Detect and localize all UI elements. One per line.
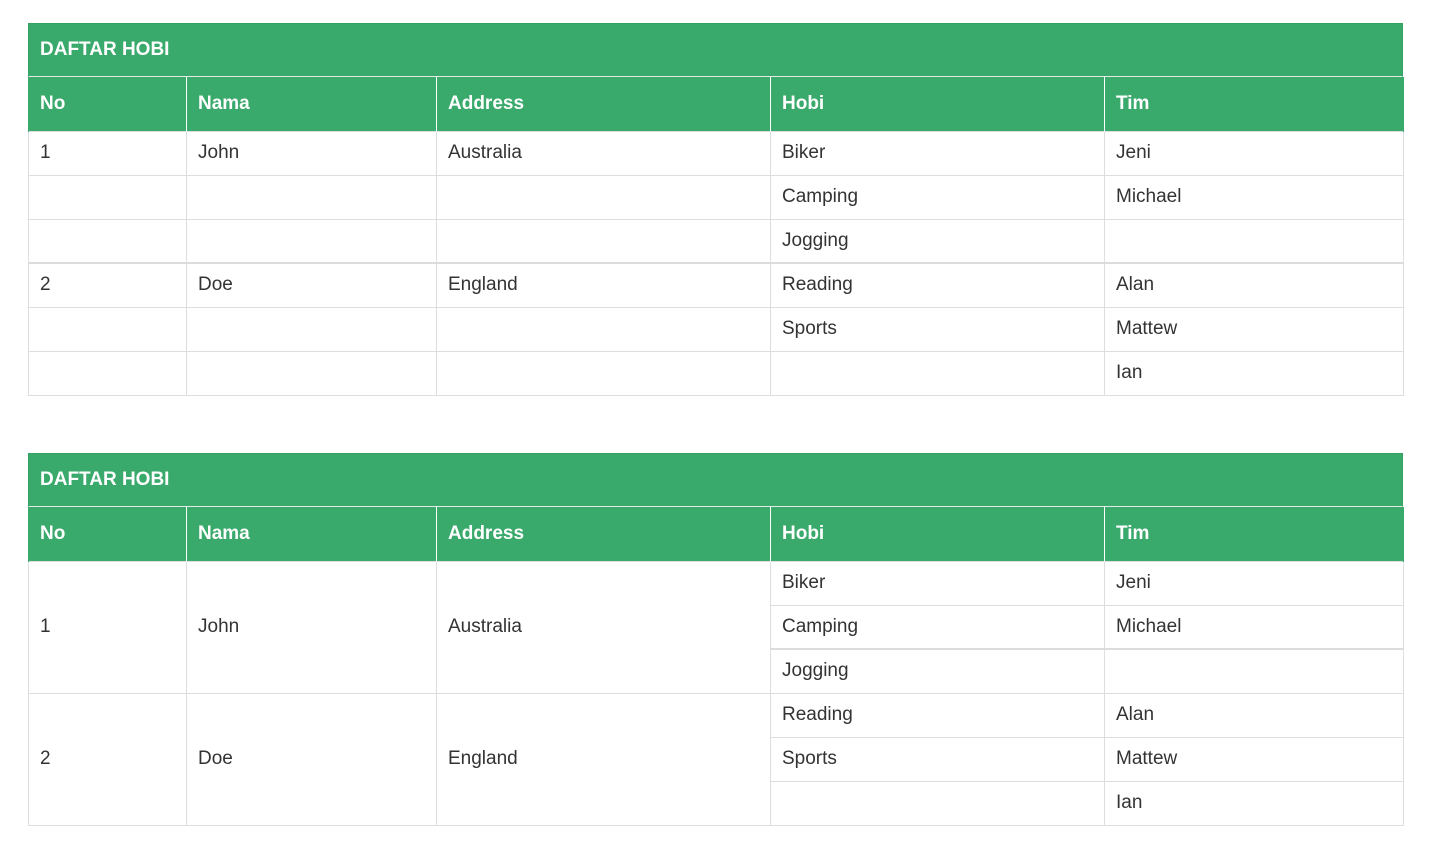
cell-hobi: Jogging: [770, 218, 1105, 264]
cell-no: 1: [28, 560, 187, 694]
column-header-nama: Nama: [186, 507, 437, 561]
table-row: 2 Doe England Reading Alan: [28, 262, 1404, 308]
table-row: Ian: [28, 350, 1404, 396]
cell-hobi: [770, 780, 1105, 826]
cell-address: [436, 174, 771, 220]
cell-nama: John: [186, 130, 437, 176]
cell-nama: John: [186, 560, 437, 694]
cell-address: England: [436, 692, 771, 826]
cell-no: [28, 306, 187, 352]
cell-no: [28, 218, 187, 264]
column-header-nama: Nama: [186, 77, 437, 131]
cell-hobi: Jogging: [770, 648, 1105, 694]
cell-no: 1: [28, 130, 187, 176]
column-header-address: Address: [436, 507, 771, 561]
column-header-tim: Tim: [1104, 507, 1404, 561]
cell-hobi: Biker: [770, 130, 1105, 176]
cell-no: 2: [28, 262, 187, 308]
data-table: No Nama Address Hobi Tim 1 John Australi…: [28, 507, 1404, 826]
cell-tim: [1104, 218, 1404, 264]
cell-nama: Doe: [186, 262, 437, 308]
column-header-no: No: [28, 77, 187, 131]
hobby-table-grouped: DAFTAR HOBI No Nama Address Hobi Tim 1 J…: [28, 453, 1404, 826]
cell-address: [436, 306, 771, 352]
cell-nama: [186, 306, 437, 352]
column-header-no: No: [28, 507, 187, 561]
cell-hobi: Reading: [770, 692, 1105, 738]
cell-hobi: Camping: [770, 604, 1105, 650]
cell-tim: Jeni: [1104, 130, 1404, 176]
data-table: No Nama Address Hobi Tim 1 John Australi…: [28, 77, 1404, 396]
cell-tim: Jeni: [1104, 560, 1404, 606]
table-row: 1 John Australia Biker Jeni: [28, 130, 1404, 176]
cell-address: Australia: [436, 560, 771, 694]
cell-tim: Ian: [1104, 350, 1404, 396]
table-row: Sports Mattew: [28, 306, 1404, 352]
cell-address: [436, 218, 771, 264]
table-row: 2 Doe England Reading Alan: [28, 692, 1404, 826]
cell-tim: Michael: [1104, 604, 1404, 650]
cell-no: 2: [28, 692, 187, 826]
cell-tim: Mattew: [1104, 736, 1404, 782]
cell-tim: Mattew: [1104, 306, 1404, 352]
column-header-tim: Tim: [1104, 77, 1404, 131]
cell-no: [28, 350, 187, 396]
cell-no: [28, 174, 187, 220]
table-row: 1 John Australia Biker Jeni: [28, 560, 1404, 694]
table-row: Camping Michael: [28, 174, 1404, 220]
cell-hobi: Camping: [770, 174, 1105, 220]
cell-hobi: Sports: [770, 736, 1105, 782]
column-header-address: Address: [436, 77, 771, 131]
column-header-hobi: Hobi: [770, 77, 1105, 131]
cell-hobi: [770, 350, 1105, 396]
table-title: DAFTAR HOBI: [28, 453, 1403, 507]
cell-hobi: Sports: [770, 306, 1105, 352]
cell-hobi: Reading: [770, 262, 1105, 308]
cell-address: Australia: [436, 130, 771, 176]
cell-address: England: [436, 262, 771, 308]
cell-nama: [186, 218, 437, 264]
cell-tim: Michael: [1104, 174, 1404, 220]
header-row: No Nama Address Hobi Tim: [28, 507, 1404, 561]
cell-nama: Doe: [186, 692, 437, 826]
cell-tim: Alan: [1104, 262, 1404, 308]
cell-tim: Alan: [1104, 692, 1404, 738]
header-row: No Nama Address Hobi Tim: [28, 77, 1404, 131]
cell-tim: [1104, 648, 1404, 694]
table-title: DAFTAR HOBI: [28, 23, 1403, 77]
hobby-table-flat: DAFTAR HOBI No Nama Address Hobi Tim 1 J…: [28, 23, 1404, 396]
cell-nama: [186, 350, 437, 396]
column-header-hobi: Hobi: [770, 507, 1105, 561]
cell-address: [436, 350, 771, 396]
cell-tim: Ian: [1104, 780, 1404, 826]
cell-nama: [186, 174, 437, 220]
cell-hobi: Biker: [770, 560, 1105, 606]
table-row: Jogging: [28, 218, 1404, 264]
